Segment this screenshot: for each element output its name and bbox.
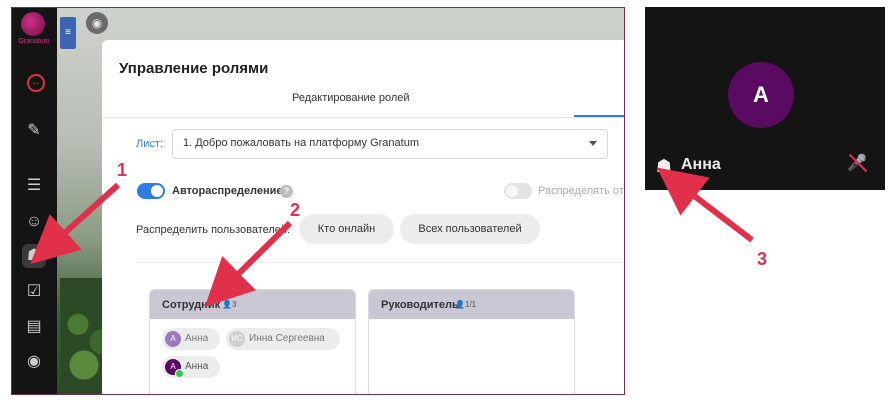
callout-1: 1 bbox=[117, 160, 127, 180]
arrow-2 bbox=[204, 220, 293, 307]
annotation-arrows: 1 2 3 bbox=[30, 160, 767, 307]
arrow-3 bbox=[656, 167, 754, 243]
callout-2: 2 bbox=[290, 200, 300, 220]
callout-3: 3 bbox=[757, 249, 767, 269]
arrow-1 bbox=[30, 182, 121, 265]
